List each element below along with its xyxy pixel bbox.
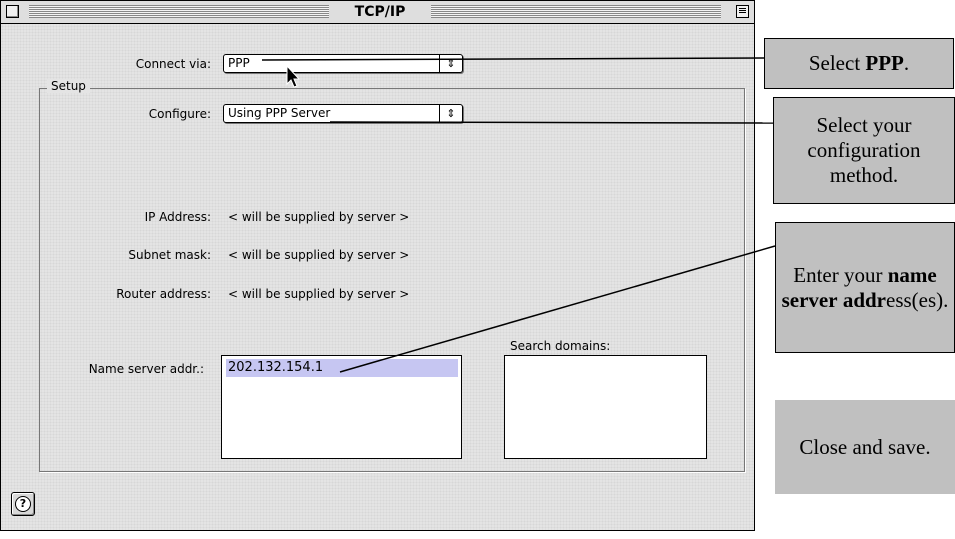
callout-leader-lines bbox=[261, 57, 776, 373]
leader-line-ppp bbox=[261, 57, 765, 61]
leader-line-configure bbox=[329, 121, 774, 124]
leader-line-name-server bbox=[339, 245, 776, 373]
mouse-pointer-icon bbox=[286, 64, 301, 88]
